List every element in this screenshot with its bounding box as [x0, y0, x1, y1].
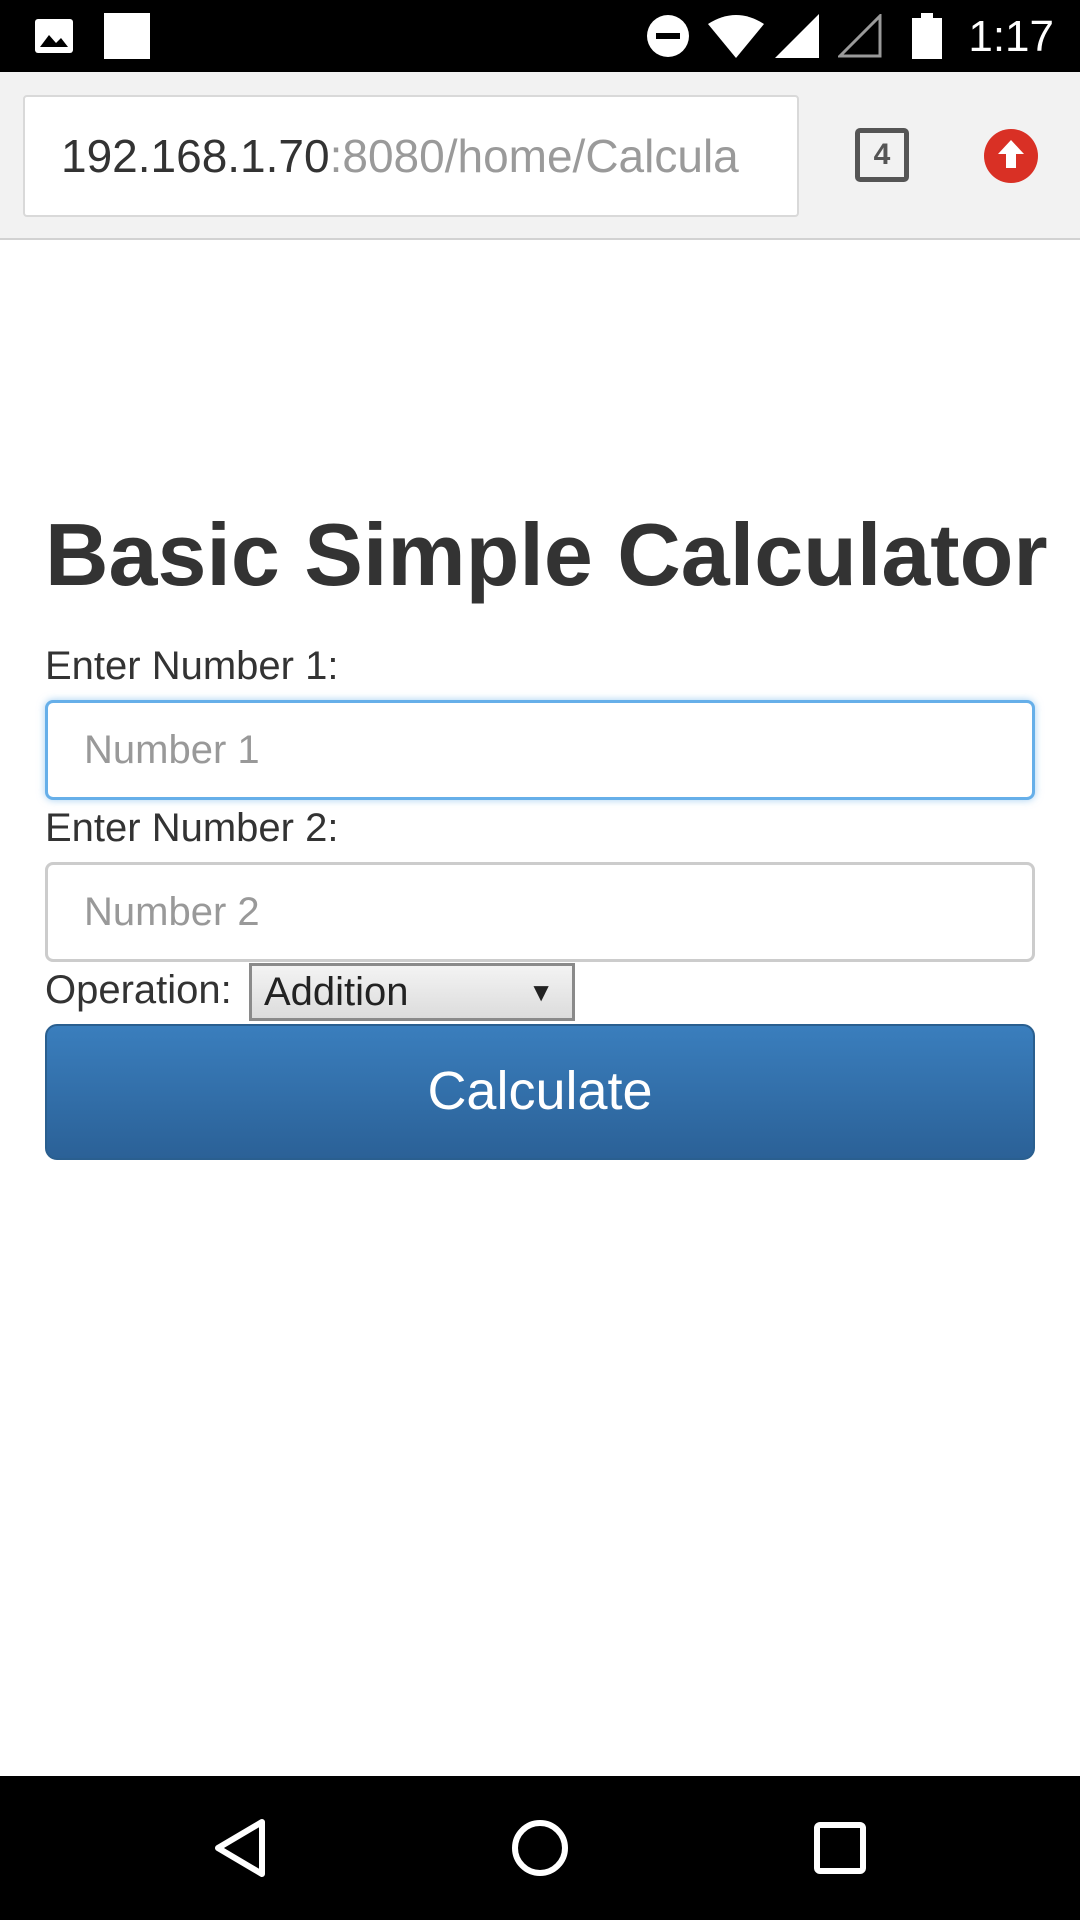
- url-path: :8080/home/Calcula: [329, 130, 739, 182]
- operation-label: Operation:: [45, 968, 232, 1012]
- home-icon: [512, 1820, 568, 1876]
- status-time: 1:17: [968, 12, 1054, 61]
- recents-button[interactable]: [780, 1776, 900, 1920]
- back-button[interactable]: [180, 1776, 300, 1920]
- back-icon: [215, 1819, 265, 1877]
- update-badge[interactable]: [983, 128, 1039, 189]
- number1-label: Enter Number 1:: [45, 644, 339, 688]
- number2-label: Enter Number 2:: [45, 806, 339, 850]
- home-button[interactable]: [480, 1776, 600, 1920]
- navigation-bar: [0, 1776, 1080, 1920]
- calculate-button[interactable]: Calculate: [45, 1024, 1035, 1160]
- do-not-disturb-icon: [645, 0, 691, 72]
- operation-select[interactable]: Addition ▼: [249, 963, 575, 1021]
- battery-icon: [912, 0, 942, 72]
- update-arrow-icon: [984, 129, 1038, 183]
- number2-input[interactable]: [45, 862, 1035, 962]
- operation-selected-value: Addition: [264, 970, 409, 1014]
- image-icon: [34, 0, 74, 72]
- dropdown-arrow-icon: ▼: [528, 977, 554, 1007]
- tab-switcher-button[interactable]: 4: [855, 128, 909, 182]
- notification-square-icon: [104, 0, 150, 72]
- signal-empty-icon: [838, 0, 882, 72]
- status-bar: 1:17: [0, 0, 1080, 72]
- browser-toolbar: 192.168.1.70:8080/home/Calcula 4: [0, 72, 1080, 240]
- url-host: 192.168.1.70: [61, 130, 330, 182]
- number1-input[interactable]: [45, 700, 1035, 800]
- signal-full-icon: [775, 0, 819, 72]
- wifi-icon: [708, 0, 764, 72]
- url-bar[interactable]: 192.168.1.70:8080/home/Calcula: [23, 95, 799, 217]
- page-title: Basic Simple Calculator: [45, 505, 1048, 604]
- recents-icon: [814, 1822, 866, 1874]
